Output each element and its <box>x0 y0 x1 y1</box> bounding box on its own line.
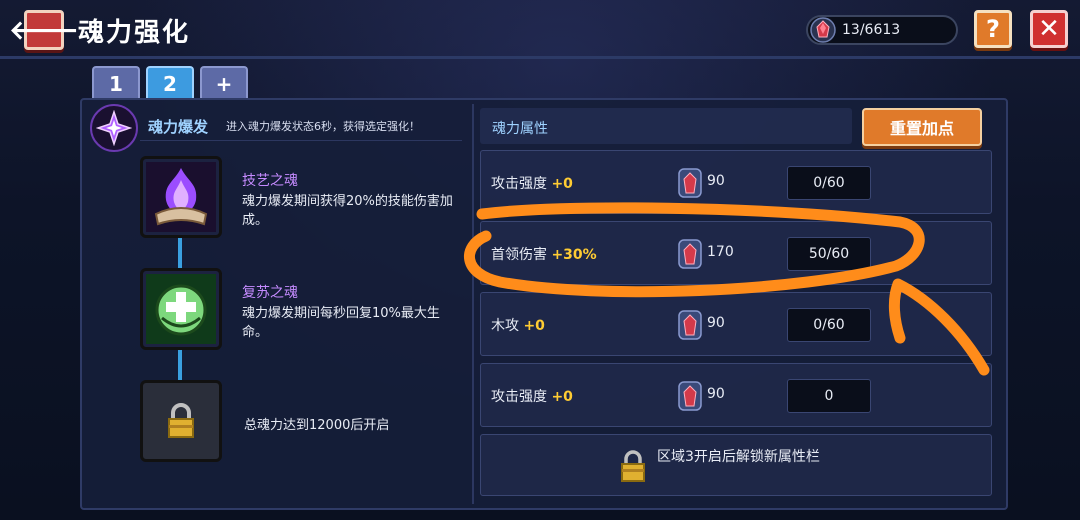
attribute-row[interactable]: 木攻 +0 90 0/60 <box>480 292 992 356</box>
purple-flame-icon <box>146 162 216 232</box>
attribute-bonus: +0 <box>551 176 573 192</box>
page-title: 魂力强化 <box>78 18 191 48</box>
soul-gem-icon <box>678 168 702 198</box>
soul-currency-display: 13/6613 <box>806 15 958 45</box>
soul-currency-value: 13/6613 <box>842 22 901 38</box>
attribute-bonus: +30% <box>551 247 597 263</box>
locked-attribute-slot: 区域3开启后解锁新属性栏 <box>480 434 992 496</box>
soul-node-revive[interactable] <box>140 268 222 350</box>
soul-gem-icon <box>678 310 702 340</box>
soul-burst-title: 魂力爆发 <box>148 118 209 136</box>
soul-gem-icon <box>678 381 702 411</box>
attribute-cost: 170 <box>707 244 734 260</box>
soul-node-revive-title: 复苏之魂 <box>242 285 298 301</box>
tab-1[interactable]: 1 <box>92 66 140 100</box>
attribute-bonus: +0 <box>551 389 573 405</box>
panel-divider <box>472 104 474 504</box>
lock-icon <box>168 403 194 438</box>
attribute-name: 攻击强度 +0 <box>491 176 573 192</box>
attribute-name: 首领伤害 +30% <box>491 247 597 263</box>
locked-soul-condition: 总魂力达到12000后开启 <box>244 418 390 433</box>
soul-gem-icon <box>678 239 702 269</box>
lock-icon <box>621 450 645 482</box>
soul-burst-icon <box>90 104 138 152</box>
back-arrow-icon: 🡐 <box>9 15 79 46</box>
green-heal-icon <box>146 274 216 344</box>
attribute-cost: 90 <box>707 173 725 189</box>
attributes-title: 魂力属性 <box>492 121 548 137</box>
attribute-row[interactable]: 攻击强度 +0 90 0/60 <box>480 150 992 214</box>
soul-burst-underline <box>140 140 462 141</box>
tab-2[interactable]: 2 <box>146 66 194 100</box>
soul-node-revive-description: 魂力爆发期间每秒回复10%最大生命。 <box>242 306 440 340</box>
plus-icon: + <box>215 72 233 96</box>
top-bar: 🡐 魂力强化 13/6613 ? ✕ <box>0 0 1080 58</box>
attribute-cost: 90 <box>707 315 725 331</box>
node-connector <box>178 350 182 380</box>
question-icon: ? <box>986 15 1000 43</box>
soul-node-skill-description: 魂力爆发期间获得20%的技能伤害加成。 <box>242 194 453 228</box>
tab-add[interactable]: + <box>200 66 248 100</box>
soul-gem-icon <box>810 17 836 43</box>
soul-burst-description: 进入魂力爆发状态6秒，获得选定强化！ <box>226 120 420 133</box>
close-icon: ✕ <box>1038 14 1060 44</box>
help-button[interactable]: ? <box>974 10 1012 48</box>
tab-bar: 1 2 + <box>92 66 248 100</box>
attribute-points: 0/60 <box>787 308 871 342</box>
header-divider <box>0 56 1080 59</box>
reset-points-button[interactable]: 重置加点 <box>862 108 982 146</box>
attribute-points: 0/60 <box>787 166 871 200</box>
attribute-bonus: +0 <box>523 318 545 334</box>
soul-node-locked <box>140 380 222 462</box>
node-connector <box>178 238 182 268</box>
attribute-points: 50/60 <box>787 237 871 271</box>
attribute-row[interactable]: 攻击强度 +0 90 0 <box>480 363 992 427</box>
attribute-cost: 90 <box>707 386 725 402</box>
soul-node-skill[interactable] <box>140 156 222 238</box>
attribute-name: 木攻 +0 <box>491 318 545 334</box>
soul-node-skill-title: 技艺之魂 <box>242 173 298 189</box>
locked-slot-text: 区域3开启后解锁新属性栏 <box>657 449 820 465</box>
close-button[interactable]: ✕ <box>1030 10 1068 48</box>
attribute-points: 0 <box>787 379 871 413</box>
attribute-name: 攻击强度 +0 <box>491 389 573 405</box>
attribute-row[interactable]: 首领伤害 +30% 170 50/60 <box>480 221 992 285</box>
back-button[interactable]: 🡐 <box>9 10 79 50</box>
